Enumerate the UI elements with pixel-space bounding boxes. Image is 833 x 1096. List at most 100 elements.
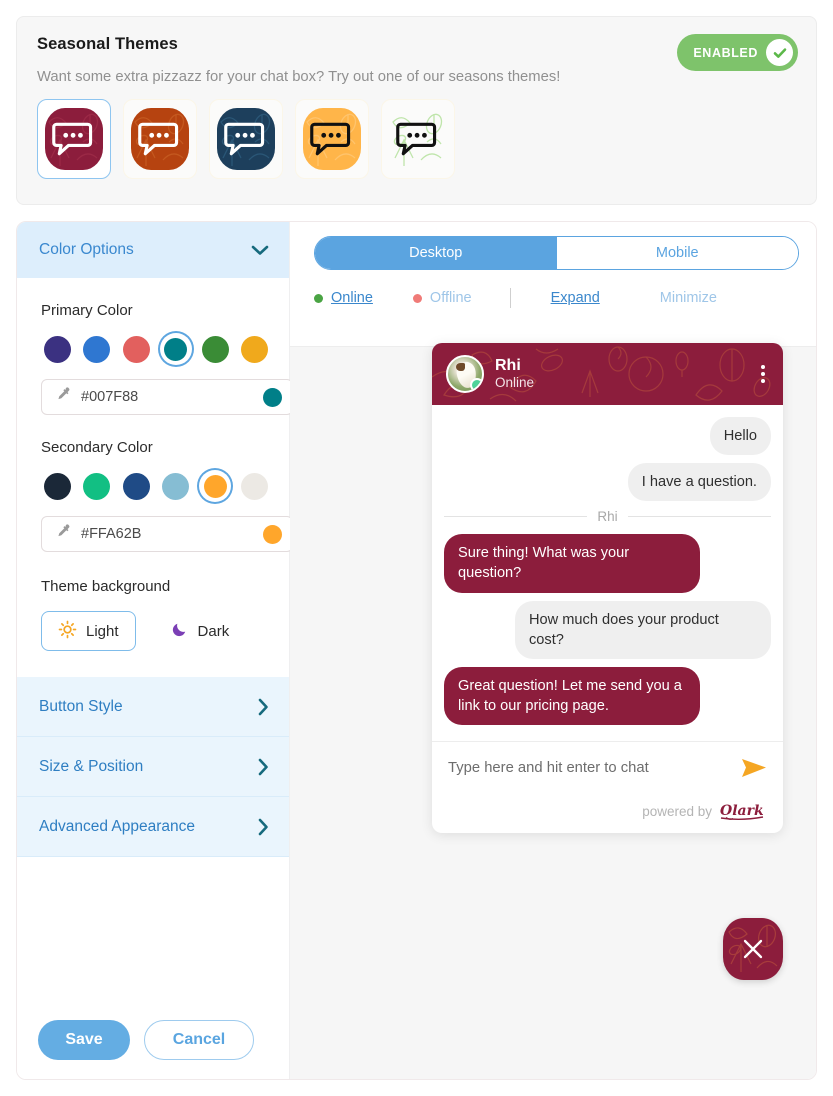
save-button[interactable]: Save [38,1020,130,1060]
agent-name: Rhi [495,357,521,375]
primary-color-hex-value: #007F88 [81,389,139,405]
chat-footer: powered by Olark [432,793,783,833]
seasonal-themes-subtitle: Want some extra pizzazz for your chat bo… [37,69,561,85]
secondary-color-swatch-4[interactable] [199,470,231,502]
chat-widget-preview: Rhi Online Hello I have a question. Rhi Sur… [432,343,783,833]
color-dot [241,472,269,500]
settings-sidebar: Color Options Primary Color #007F88 Seco… [17,222,293,1079]
seasonal-enabled-toggle[interactable]: ENABLED [677,34,798,71]
theme-light-label: Light [86,622,119,640]
chat-message-list: Hello I have a question. Rhi Sure thing! Wh… [432,405,783,741]
accordion-size-position[interactable]: Size & Position [17,737,289,797]
divider-agent-name: Rhi [597,509,618,525]
chat-input-row[interactable]: Type here and hit enter to chat [432,741,783,793]
accordion-label: Size & Position [39,757,144,775]
collapsed-sections: Button Style Size & Position Advanced Appe… [17,677,289,857]
status-online[interactable]: Online [314,290,373,306]
agent-divider: Rhi [444,509,772,525]
primary-color-swatch-4[interactable] [199,333,231,365]
accordion-color-options[interactable]: Color Options [17,222,289,278]
chat-bubble-icon [138,122,179,156]
accordion-label: Button Style [39,697,123,715]
seasonal-themes-card: Seasonal Themes Want some extra pizzazz … [16,16,817,205]
color-dot [43,335,71,363]
chat-bubble-icon [52,122,93,156]
link-minimize[interactable]: Minimize [660,290,717,306]
chevron-right-icon [257,758,269,776]
chat-message-visitor: How much does your product cost? [444,600,771,659]
secondary-color-swatch-3[interactable] [160,470,192,502]
accordion-advanced-appearance[interactable]: Advanced Appearance [17,797,289,857]
secondary-color-hex-value: #FFA62B [81,526,142,542]
device-tab-group: Desktop Mobile [314,236,799,270]
powered-by-label: powered by [642,803,712,819]
color-dot [43,472,71,500]
appearance-settings-page: Seasonal Themes Want some extra pizzazz … [0,0,833,1096]
theme-tile-amber-fall-theme[interactable] [295,99,369,179]
divider-line [444,516,588,518]
secondary-color-swatch-2[interactable] [120,470,152,502]
theme-tile-maroon-autumn-theme[interactable] [37,99,111,179]
chat-message-agent: Great question! Let me send you a link t… [444,666,771,725]
widget-preview-pane: Desktop Mobile Online Offline Expand Min… [290,222,816,1079]
chat-bubble-icon [224,122,265,156]
chat-input-placeholder: Type here and hit enter to chat [448,759,649,776]
primary-color-swatch-1[interactable] [81,333,113,365]
agent-info: Rhi Online [495,357,534,391]
theme-swatch [303,108,361,170]
status-online-label: Online [331,290,373,306]
message-bubble: How much does your product cost? [515,600,771,659]
secondary-color-preview-dot [263,524,282,544]
secondary-color-swatch-0[interactable] [41,470,73,502]
message-bubble: I have a question. [627,463,771,502]
chat-close-button[interactable] [723,918,783,980]
online-status-dot [314,293,323,303]
color-dot [83,472,111,500]
chevron-down-icon [251,244,269,256]
status-offline[interactable]: Offline [412,290,472,306]
primary-color-hex-field[interactable]: #007F88 [41,379,293,415]
theme-swatch [131,108,189,170]
tab-mobile[interactable]: Mobile [556,237,798,269]
accordion-button-style[interactable]: Button Style [17,677,289,737]
theme-tile-navy-winter-theme[interactable] [209,99,283,179]
moon-icon [171,620,189,642]
chat-message-visitor: I have a question. [444,463,771,502]
eyedropper-icon [54,386,71,408]
offline-status-dot [412,293,422,303]
more-options-icon[interactable] [761,362,765,386]
theme-dark-label: Dark [197,622,230,640]
primary-color-swatch-3[interactable] [160,333,192,365]
theme-light-option[interactable]: Light [41,611,136,651]
appearance-main-panel: Color Options Primary Color #007F88 Seco… [16,221,817,1080]
secondary-color-hex-field[interactable]: #FFA62B [41,516,293,552]
message-bubble: Great question! Let me send you a link t… [444,666,700,725]
primary-color-swatch-0[interactable] [41,333,73,365]
tab-desktop[interactable]: Desktop [315,237,557,269]
primary-color-swatch-5[interactable] [239,333,271,365]
message-bubble: Hello [709,417,771,456]
color-dot [162,472,190,500]
color-dot [122,335,150,363]
primary-color-swatch-2[interactable] [120,333,152,365]
color-dot [241,335,269,363]
message-bubble: Sure thing! What was your question? [444,534,700,593]
theme-tile-green-spring-theme[interactable] [381,99,455,179]
theme-tile-rust-autumn-theme[interactable] [123,99,197,179]
cancel-button[interactable]: Cancel [144,1020,254,1060]
primary-color-preview-dot [263,387,282,407]
color-dot [203,474,227,498]
secondary-color-label: Secondary Color [41,439,153,456]
theme-dark-option[interactable]: Dark [154,611,247,651]
link-expand[interactable]: Expand [551,290,600,306]
divider-line [627,516,772,518]
chat-bubble-icon [310,122,351,156]
primary-color-label: Primary Color [41,302,133,319]
secondary-color-swatch-5[interactable] [239,470,271,502]
theme-background-options: Light Dark [41,611,267,651]
secondary-color-swatch-1[interactable] [81,470,113,502]
agent-status: Online [495,375,535,391]
send-icon[interactable] [741,758,767,778]
seasonal-theme-list [37,99,455,179]
accordion-label: Advanced Appearance [39,817,195,835]
